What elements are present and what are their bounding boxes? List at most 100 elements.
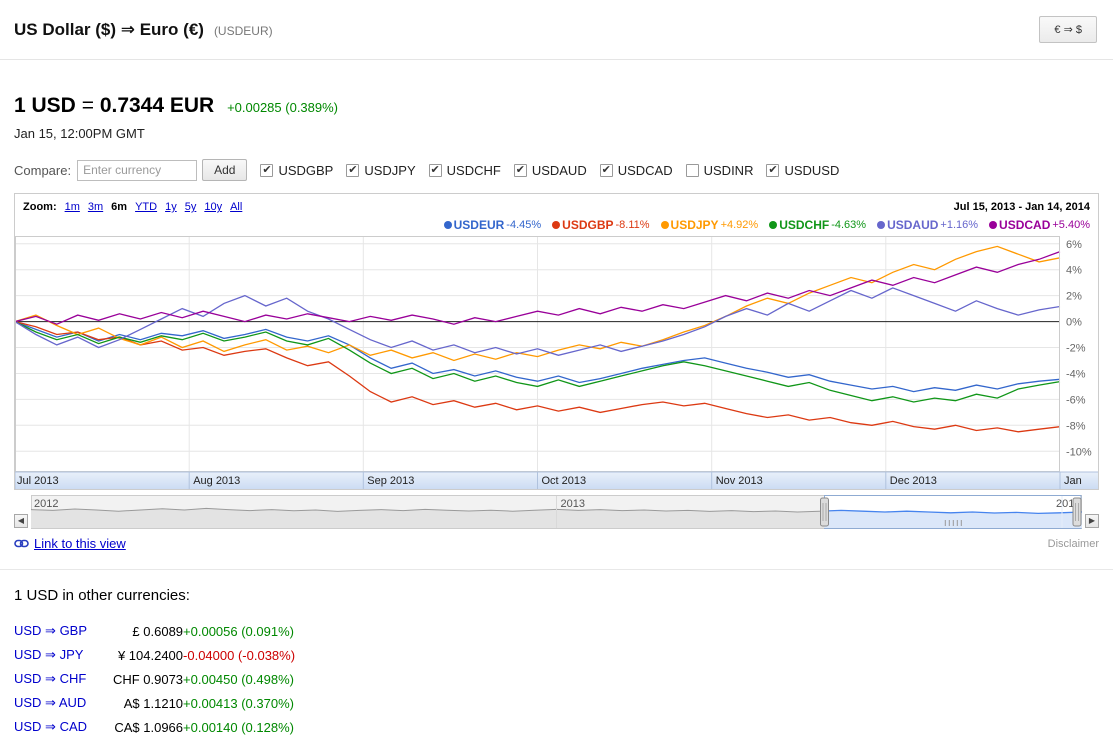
svg-text:-10%: -10% bbox=[1066, 446, 1092, 458]
compare-item-label: USDUSD bbox=[784, 163, 839, 178]
fx-pair-cell: USD ⇒ CAD bbox=[14, 715, 87, 739]
legend-dot-icon bbox=[769, 221, 777, 229]
fx-value: ¥ 104.2400 bbox=[87, 643, 183, 667]
pair-symbol: (USDEUR) bbox=[214, 24, 273, 38]
compare-item-label: USDJPY bbox=[364, 163, 415, 178]
zoom-controls: Zoom: 1m3m6mYTD1y5y10yAll bbox=[23, 201, 242, 213]
svg-text:Jul 2013: Jul 2013 bbox=[17, 475, 59, 487]
quote-amount: 1 USD bbox=[14, 94, 76, 117]
legend-dot-icon bbox=[989, 221, 997, 229]
fx-change: +0.00413 (0.370%) bbox=[183, 691, 295, 715]
legend-symbol: USDCHF bbox=[779, 218, 829, 232]
fx-pair-cell: USD ⇒ INR bbox=[14, 739, 87, 743]
zoom-all[interactable]: All bbox=[230, 201, 242, 213]
chart-links-row: Link to this view Disclaimer bbox=[0, 529, 1113, 555]
link-to-this-view[interactable]: Link to this view bbox=[14, 536, 126, 551]
zoom-ytd[interactable]: YTD bbox=[135, 201, 157, 213]
fx-pair-cell: USD ⇒ GBP bbox=[14, 619, 87, 643]
fx-pair-link-gbp[interactable]: USD ⇒ GBP bbox=[14, 623, 87, 638]
chart-widget: Zoom: 1m3m6mYTD1y5y10yAll Jul 15, 2013 -… bbox=[14, 193, 1099, 490]
fx-change: +0.06000 (0.098%) bbox=[183, 739, 295, 743]
compare-label: Compare: bbox=[14, 163, 71, 178]
compare-item-usdcad[interactable]: ✔USDCAD bbox=[600, 163, 673, 178]
legend-change: +1.16% bbox=[940, 219, 978, 231]
date-axis-band: Jul 2013Aug 2013Sep 2013Oct 2013Nov 2013… bbox=[15, 472, 1098, 489]
zoom-6m[interactable]: 6m bbox=[111, 201, 127, 213]
compare-item-usdusd[interactable]: ✔ USDUSD bbox=[766, 163, 839, 178]
compare-bar: Compare: Add ✔ USDGBP ✔ USDJPY ✔ USDCHF ✔USDAU… bbox=[0, 141, 1113, 187]
fx-row-aud: USD ⇒ AUDA$ 1.1210+0.00413 (0.370%) bbox=[14, 691, 295, 715]
legend-dot-icon bbox=[877, 221, 885, 229]
fx-value: CHF 0.9073 bbox=[87, 667, 183, 691]
compare-input[interactable] bbox=[77, 160, 197, 181]
timeline-scrubber-row: ◀ 201220132014 ▶ bbox=[14, 495, 1099, 529]
scrub-right-arrow-icon[interactable]: ▶ bbox=[1085, 514, 1099, 528]
compare-item-usdjpy[interactable]: ✔ USDJPY bbox=[346, 163, 415, 178]
svg-text:-6%: -6% bbox=[1066, 394, 1086, 406]
timeline-scrubber-svg[interactable]: 201220132014 bbox=[31, 495, 1082, 529]
fx-value: £ 0.6089 bbox=[87, 619, 183, 643]
quote-change: +0.00285 (0.389%) bbox=[227, 100, 338, 115]
compare-item-usdaud[interactable]: ✔USDAUD bbox=[514, 163, 587, 178]
legend-symbol: USDAUD bbox=[887, 218, 938, 232]
zoom-1m[interactable]: 1m bbox=[65, 201, 80, 213]
svg-text:4%: 4% bbox=[1066, 265, 1082, 277]
legend-change: -4.63% bbox=[831, 219, 866, 231]
main-chart-svg[interactable]: 6%4%2%0%-2%-4%-6%-8%-10%Jul 2013Aug 2013… bbox=[15, 236, 1098, 489]
zoom-1y[interactable]: 1y bbox=[165, 201, 177, 213]
svg-text:Oct 2013: Oct 2013 bbox=[542, 475, 587, 487]
usdinr-checkbox[interactable] bbox=[686, 164, 699, 177]
compare-item-usdinr[interactable]: USDINR bbox=[686, 163, 754, 178]
quote-line: 1 USD = 0.7344 EUR +0.00285 (0.389%) bbox=[14, 94, 1099, 118]
title-wrap: US Dollar ($) ⇒ Euro (€) (USDEUR) bbox=[14, 20, 273, 40]
swap-currency-button[interactable]: € ⇒ $ bbox=[1039, 16, 1097, 43]
legend-symbol: USDGBP bbox=[562, 218, 613, 232]
add-button[interactable]: Add bbox=[202, 159, 247, 181]
usdaud-checkbox[interactable]: ✔ bbox=[514, 164, 527, 177]
legend-change: +4.92% bbox=[721, 219, 759, 231]
zoom-5y[interactable]: 5y bbox=[185, 201, 197, 213]
usdusd-checkbox[interactable]: ✔ bbox=[766, 164, 779, 177]
usdcad-checkbox[interactable]: ✔ bbox=[600, 164, 613, 177]
usdchf-checkbox[interactable]: ✔ bbox=[429, 164, 442, 177]
quote-section: 1 USD = 0.7344 EUR +0.00285 (0.389%) Jan… bbox=[0, 60, 1113, 141]
section-title: 1 USD in other currencies: bbox=[14, 587, 1099, 604]
legend-usdgbp: USDGBP-8.11% bbox=[552, 218, 649, 232]
fx-value: Rs. 61.5400 bbox=[87, 739, 183, 743]
legend-change: -8.11% bbox=[616, 219, 650, 231]
disclaimer-link[interactable]: Disclaimer bbox=[1048, 538, 1099, 550]
fx-pair-link-aud[interactable]: USD ⇒ AUD bbox=[14, 695, 86, 710]
fx-row-gbp: USD ⇒ GBP£ 0.6089+0.00056 (0.091%) bbox=[14, 619, 295, 643]
compare-item-label: USDINR bbox=[704, 163, 754, 178]
scrubber-year: 2012 bbox=[34, 498, 58, 510]
zoom-10y[interactable]: 10y bbox=[204, 201, 222, 213]
fx-pair-link-chf[interactable]: USD ⇒ CHF bbox=[14, 671, 86, 686]
fx-row-chf: USD ⇒ CHFCHF 0.9073+0.00450 (0.498%) bbox=[14, 667, 295, 691]
svg-text:-2%: -2% bbox=[1066, 343, 1086, 355]
usdjpy-checkbox[interactable]: ✔ bbox=[346, 164, 359, 177]
legend-dot-icon bbox=[661, 221, 669, 229]
scrubber-handle bbox=[821, 498, 829, 526]
legend-symbol: USDEUR bbox=[454, 218, 505, 232]
fx-row-cad: USD ⇒ CADCA$ 1.0966+0.00140 (0.128%) bbox=[14, 715, 295, 739]
legend-dot-icon bbox=[444, 221, 452, 229]
usdgbp-checkbox[interactable]: ✔ bbox=[260, 164, 273, 177]
fx-row-jpy: USD ⇒ JPY ¥ 104.2400-0.04000 (-0.038%) bbox=[14, 643, 295, 667]
scrubber-year: 2013 bbox=[561, 498, 585, 510]
compare-item-usdchf[interactable]: ✔ USDCHF bbox=[429, 163, 501, 178]
fx-table-body: USD ⇒ GBP£ 0.6089+0.00056 (0.091%)USD ⇒ … bbox=[14, 619, 295, 743]
fx-change: -0.04000 (-0.038%) bbox=[183, 643, 295, 667]
legend-symbol: USDJPY bbox=[671, 218, 719, 232]
fx-pair-link-cad[interactable]: USD ⇒ CAD bbox=[14, 719, 87, 734]
legend-change: -4.45% bbox=[506, 219, 541, 231]
scrub-left-arrow-icon[interactable]: ◀ bbox=[14, 514, 28, 528]
fx-value: A$ 1.1210 bbox=[87, 691, 183, 715]
compare-item-label: USDCHF bbox=[447, 163, 501, 178]
zoom-links: 1m 3m 6m YTD 1y 5y 10y All bbox=[65, 201, 243, 213]
fx-pair-link-jpy[interactable]: USD ⇒ JPY bbox=[14, 647, 83, 662]
zoom-3m[interactable]: 3m bbox=[88, 201, 103, 213]
compare-item-usdgbp[interactable]: ✔ USDGBP bbox=[260, 163, 333, 178]
chart-topbar: Zoom: 1m3m6mYTD1y5y10yAll Jul 15, 2013 -… bbox=[15, 194, 1098, 216]
compare-item-label: USDGBP bbox=[278, 163, 333, 178]
svg-text:Jan: Jan bbox=[1064, 475, 1082, 487]
